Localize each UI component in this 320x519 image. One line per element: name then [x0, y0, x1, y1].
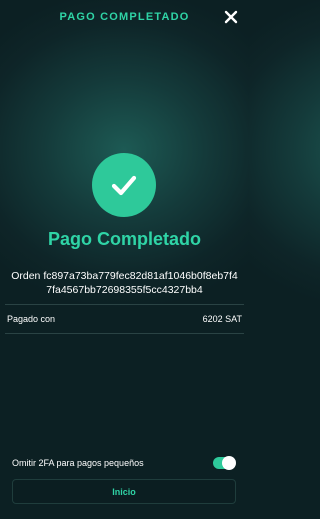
skip-2fa-toggle[interactable]	[213, 456, 236, 470]
payment-complete-screen: PAGO COMPLETADO Pago Completado Orden fc…	[0, 0, 249, 519]
order-id: Orden fc897a73ba779fec82d81af1046b0f8eb7…	[11, 270, 238, 296]
success-badge	[92, 153, 156, 217]
page-title: PAGO COMPLETADO	[59, 11, 190, 23]
toggle-knob	[222, 456, 236, 470]
divider	[5, 304, 244, 305]
checkmark-icon	[111, 175, 137, 196]
skip-2fa-row: Omitir 2FA para pagos pequeños	[12, 454, 236, 472]
close-icon	[224, 10, 238, 24]
divider	[5, 333, 244, 334]
success-title: Pago Completado	[47, 229, 201, 249]
header: PAGO COMPLETADO	[0, 0, 249, 34]
close-button[interactable]	[222, 8, 240, 26]
paid-with-row: Pagado con 6202 SAT	[5, 310, 244, 328]
skip-2fa-label: Omitir 2FA para pagos pequeños	[12, 458, 144, 468]
paid-with-value: 6202 SAT	[202, 314, 242, 324]
paid-with-label: Pagado con	[7, 314, 56, 324]
home-button[interactable]: Inicio	[12, 479, 236, 504]
